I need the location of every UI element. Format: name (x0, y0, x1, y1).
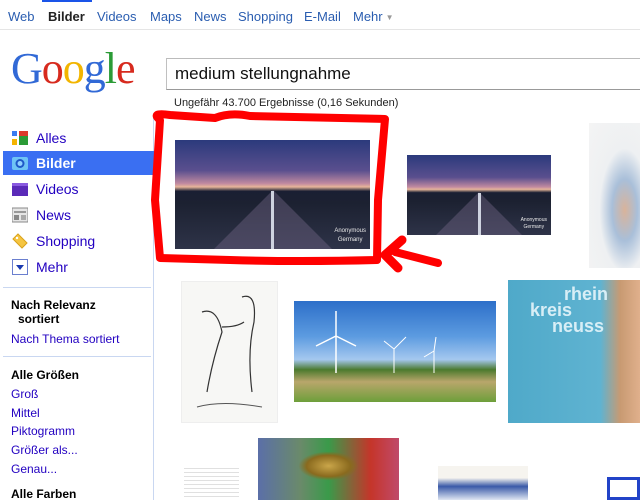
sidebar: Alles Bilder Videos News Shopping Mehr N… (0, 118, 154, 500)
logo-letter: g (83, 44, 106, 93)
size-filter-title: Alle Größen (11, 368, 80, 382)
sidebar-item-bilder[interactable]: Bilder (3, 151, 154, 175)
size-option-genau[interactable]: Genau... (11, 462, 57, 476)
sidebar-item-label: Mehr (36, 259, 68, 275)
image-result-map[interactable] (589, 123, 640, 268)
sketch-drawing (196, 295, 263, 408)
sort-by-topic-link[interactable]: Nach Thema sortiert (11, 332, 120, 346)
search-input[interactable] (166, 58, 640, 90)
image-result-highway-2[interactable]: Anonymous Germany (407, 155, 551, 235)
divider (3, 287, 151, 288)
google-plus-icon (12, 131, 28, 145)
image-caption: Anonymous Germany (334, 227, 366, 245)
topnav-shopping[interactable]: Shopping (238, 9, 293, 24)
sidebar-item-label: News (36, 207, 72, 223)
sort-selected: Nach Relevanz sortiert (11, 298, 96, 326)
portrait-sign-text: rhein kreis neuss (530, 285, 608, 336)
topnav-web[interactable]: Web (8, 9, 35, 24)
image-result-blue-logo[interactable] (607, 477, 640, 500)
image-result-portrait[interactable]: rhein kreis neuss (508, 280, 640, 423)
caption-line: Germany (523, 224, 545, 230)
sidebar-item-label: Videos (36, 181, 79, 197)
dropdown-icon (12, 259, 28, 275)
topnav-mehr[interactable]: Mehr ▼ (353, 9, 394, 24)
google-logo[interactable]: Google (11, 44, 136, 93)
top-navigation-bar: Web Bilder Videos Maps News Shopping E-M… (0, 0, 640, 30)
topnav-maps[interactable]: Maps (150, 9, 182, 24)
sort-selected-line2: sortiert (18, 312, 60, 326)
sidebar-item-label: Alles (36, 130, 67, 146)
wind-turbine-graphic (315, 311, 437, 373)
sign-line: neuss (552, 316, 605, 336)
size-option-mittel[interactable]: Mittel (11, 406, 40, 420)
topnav-videos[interactable]: Videos (97, 9, 137, 24)
divider (3, 356, 151, 357)
caption-line: Anonymous (520, 217, 547, 223)
image-caption: Anonymous Germany (521, 217, 547, 231)
topnav-mehr-label: Mehr (353, 9, 383, 24)
image-result-wind-turbines[interactable] (294, 301, 496, 402)
price-tag-icon (12, 233, 28, 249)
caption-line: Anonymous (334, 228, 366, 234)
image-result-church-drawing[interactable] (438, 466, 528, 500)
sidebar-item-label: Bilder (36, 155, 76, 171)
topnav-news[interactable]: News (194, 9, 227, 24)
active-tab-indicator (42, 0, 92, 2)
sidebar-item-shopping[interactable]: Shopping (3, 229, 154, 253)
size-option-groesser-als[interactable]: Größer als... (11, 443, 78, 457)
arrow-head (380, 235, 407, 273)
sidebar-item-news[interactable]: News (3, 203, 154, 227)
image-result-document[interactable] (184, 465, 239, 500)
image-result-highway-1[interactable]: Anonymous Germany (175, 140, 370, 249)
logo-letter: o (62, 44, 85, 93)
sidebar-item-alles[interactable]: Alles (3, 126, 154, 150)
logo-letter: G (11, 44, 43, 93)
sidebar-item-label: Shopping (36, 233, 96, 249)
caption-line: Germany (337, 237, 363, 243)
logo-letter: e (116, 44, 136, 93)
chevron-down-icon: ▼ (385, 13, 394, 23)
size-option-gross[interactable]: Groß (11, 387, 38, 401)
logo-letter: o (41, 44, 64, 93)
logo-letter: l (104, 44, 117, 93)
topnav-email[interactable]: E-Mail (304, 9, 341, 24)
color-filter-title: Alle Farben (11, 487, 77, 500)
size-option-piktogramm[interactable]: Piktogramm (11, 424, 75, 438)
sidebar-item-videos[interactable]: Videos (3, 177, 154, 201)
sort-selected-line1: Nach Relevanz (11, 298, 96, 312)
image-result-world-cup-trophy[interactable] (258, 438, 399, 500)
result-stats: Ungefähr 43.700 Ergebnisse (0,16 Sekunde… (174, 97, 399, 109)
arrow-shaft (391, 248, 442, 267)
sidebar-item-mehr[interactable]: Mehr (3, 255, 154, 279)
topnav-bilder[interactable]: Bilder (48, 9, 85, 24)
newspaper-icon (12, 207, 28, 223)
clapperboard-icon (12, 183, 28, 196)
image-result-sketch[interactable] (181, 281, 278, 423)
camera-icon (12, 157, 28, 170)
